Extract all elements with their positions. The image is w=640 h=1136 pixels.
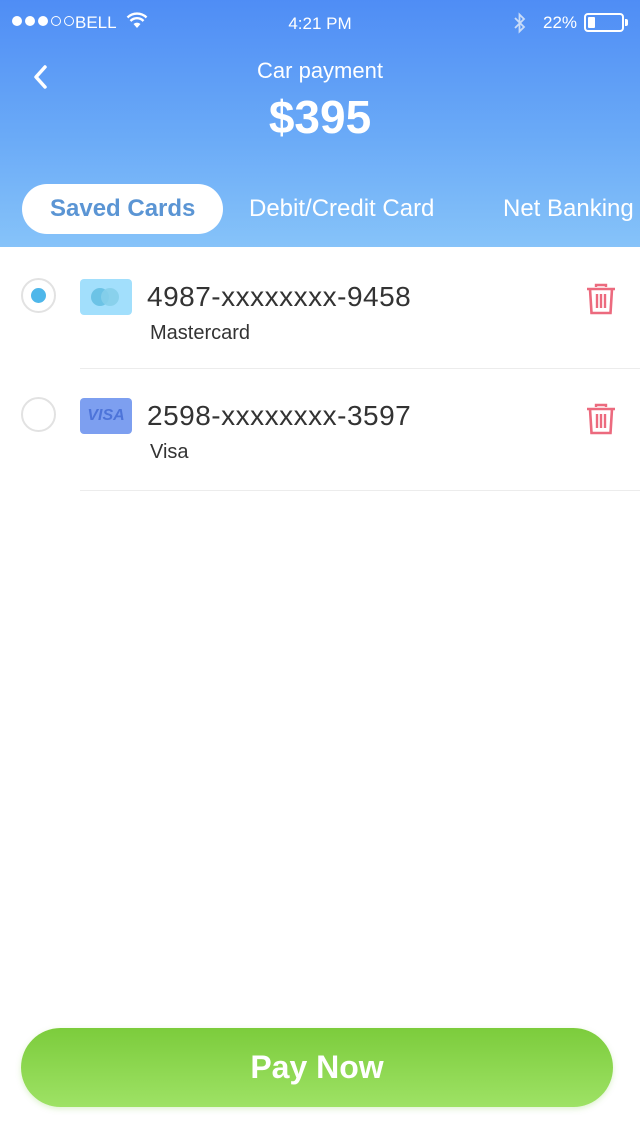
status-bar: BELL 4:21 PM 22% [0,0,640,44]
row-divider [80,490,640,491]
battery-tip [625,19,628,26]
card-number: 4987-xxxxxxxx-9458 [147,281,412,312]
tab-net-banking[interactable]: Net Banking [503,184,634,234]
tab-saved-cards[interactable]: Saved Cards [22,184,224,234]
mastercard-icon [80,279,132,315]
delete-trash-icon[interactable] [586,403,616,435]
bluetooth-icon [514,12,526,34]
header: BELL 4:21 PM 22% Car payment $395 Saved … [0,0,640,247]
payment-amount: $395 [268,91,372,143]
battery-percent: 22% [543,13,578,32]
card-radio-unselected[interactable] [21,397,56,432]
battery-icon [584,13,624,32]
page-title: Car payment [257,58,383,83]
saved-card-row[interactable]: 4987-xxxxxxxx-9458 Mastercard [0,247,640,369]
card-number: 2598-xxxxxxxx-3597 [147,400,412,431]
card-radio-selected[interactable] [21,278,56,313]
visa-icon: VISA [80,398,132,434]
card-type: Visa [150,441,189,463]
saved-card-row[interactable]: VISA 2598-xxxxxxxx-3597 Visa [0,369,640,491]
pay-now-button[interactable]: Pay Now [21,1028,613,1107]
payment-method-tabs: Saved Cards Debit/Credit Card Net Bankin… [0,184,640,234]
delete-trash-icon[interactable] [586,283,616,315]
card-type: Mastercard [150,322,251,344]
tab-debit-credit-card[interactable]: Debit/Credit Card [249,184,434,234]
radio-selected-dot [31,288,46,303]
